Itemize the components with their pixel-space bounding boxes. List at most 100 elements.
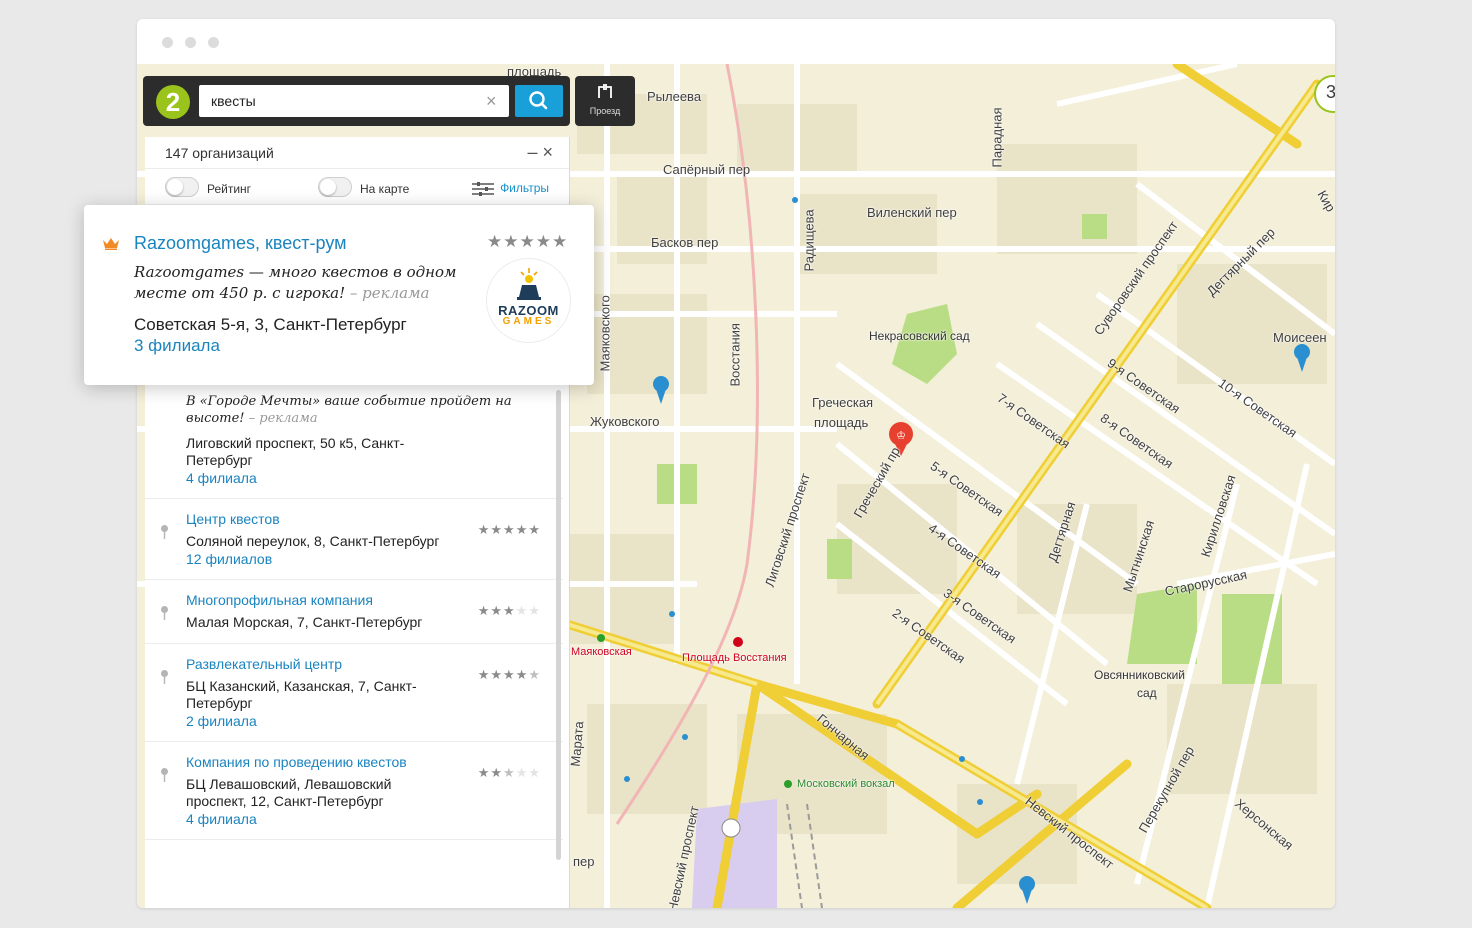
panel-controls: – × [527,142,553,163]
rating-stars: ★★★★★ [478,667,541,683]
map-corner-badge[interactable]: 3 [1326,82,1335,103]
rating-toggle[interactable] [165,177,199,197]
star-icon: ★ [477,765,491,780]
search-button[interactable] [515,85,563,117]
star-icon: ★ [503,603,516,618]
window-close-dot[interactable] [162,37,173,48]
park-label: Овсянниковский [1094,668,1185,682]
item-address: БЦ Левашовский, Левашовский проспект, 12… [186,776,392,809]
item-branches[interactable]: 12 филиалов [186,551,563,567]
star-icon: ★ [515,522,529,537]
pin-icon [161,525,168,539]
star-icon: ★ [515,765,529,780]
rating-stars: ★★★★★ [478,603,541,619]
sliders-icon [472,181,495,196]
route-button[interactable]: Проезд [575,76,635,126]
close-panel-button[interactable]: × [542,142,553,162]
search-icon [529,91,548,110]
window-zoom-dot[interactable] [208,37,219,48]
star-icon: ★ [503,522,516,537]
panel-header: 147 организаций – × [145,137,569,169]
featured-branches[interactable]: 3 филиала [134,336,220,356]
featured-title[interactable]: Razoomgames, квест-рум [134,233,347,254]
rating-stars: ★★★★★ [478,522,541,538]
street-label: Виленский пер [867,205,957,220]
pin-icon [161,670,168,684]
filters-row: Рейтинг На карте Фильтры [145,169,569,205]
list-item[interactable]: Многопрофильная компания ★★★★★ Малая Мор… [145,592,563,644]
item-address: БЦ Казанский, Казанская, 7, Санкт-Петерб… [186,678,417,711]
item-branches[interactable]: 4 филиала [186,811,563,827]
star-icon: ★ [503,667,516,682]
search-input[interactable] [199,85,509,117]
street-label: Сапёрный пер [663,162,751,177]
list-item[interactable]: Компания по проведению квестов ★★★★★ БЦ … [145,754,563,840]
ad-note: – реклама [248,411,318,426]
metro-station-label: Площадь Восстания [682,652,787,664]
clear-search-button[interactable]: × [486,91,497,111]
star-icon: ★ [515,603,529,618]
metro-station-label: Маяковская [571,646,632,658]
filters-button[interactable]: Фильтры [472,181,549,196]
featured-card[interactable]: Razoomgames, квест-рум ★★★★★ Razoomgames… [84,205,594,385]
route-icon [598,84,612,98]
svg-text:♔: ♔ [896,430,906,442]
park-label: Некрасовский сад [869,329,970,343]
results-list: В «Городе Мечты» ваше событие пройдет на… [145,389,563,840]
list-item[interactable]: Развлекательный центр ★★★★★ БЦ Казанский… [145,656,563,742]
park-label: сад [1137,686,1157,700]
ad-slogan: В «Городе Мечты» ваше событие пройдет на… [186,394,512,426]
star-icon: ★ [490,522,504,537]
star-icon: ★ [477,522,491,537]
results-scrollbar[interactable] [556,390,561,860]
street-label: площадь [814,415,869,430]
results-count: 147 организаций [165,145,274,161]
street-label: Жуковского [590,414,660,429]
star-icon: ★ [503,765,516,780]
item-address: Лиговский проспект, 50 к5, Санкт-Петербу… [186,435,405,468]
rating-toggle-label: Рейтинг [207,182,252,196]
street-label: Моисеен [1273,330,1327,345]
featured-address: Советская 5-я, 3, Санкт-Петербург [134,315,407,334]
street-label: Парадная [989,107,1005,168]
item-branches[interactable]: 4 филиала [186,470,563,486]
featured-rating-stars: ★★★★★ [487,232,569,251]
street-label: Восстания [727,323,743,387]
street-label: Басков пер [651,235,719,250]
search-bar: 2 × [143,76,570,126]
crown-icon [103,238,119,250]
pin-icon [161,606,168,620]
star-icon: ★ [528,765,541,780]
on-map-toggle-label: На карте [360,182,410,196]
star-icon: ★ [515,667,529,682]
logo-word-games: GAMES [502,316,555,327]
item-branches[interactable]: 2 филиала [186,713,563,729]
minimize-panel-button[interactable]: – [527,142,537,162]
star-icon: ★ [490,765,504,780]
featured-ad-text: Razoomgames — много квестов в одном мест… [134,262,469,304]
filters-label: Фильтры [500,181,549,195]
street-label: Рылеева [647,89,702,104]
on-map-toggle[interactable] [318,177,352,197]
route-label: Проезд [589,106,621,116]
featured-ad-note: – реклама [349,284,430,302]
window-titlebar [137,19,1335,64]
star-icon: ★ [477,603,491,618]
razoom-games-logo[interactable]: RAZOOM GAMES [486,258,571,343]
list-item[interactable]: В «Городе Мечты» ваше событие пройдет на… [145,389,563,499]
star-icon: ★ [490,667,504,682]
star-icon: ★ [528,522,541,537]
station-label: Московский вокзал [797,778,895,790]
list-item[interactable]: Центр квестов ★★★★★ Соляной переулок, 8,… [145,511,563,580]
rating-stars: ★★★★★ [478,765,541,781]
street-label: пер [573,854,595,869]
star-icon: ★ [477,667,491,682]
street-label: Маяковского [597,295,613,372]
window-minimize-dot[interactable] [185,37,196,48]
street-label: Радищева [801,209,817,272]
star-icon: ★ [528,603,541,618]
app-logo[interactable]: 2 [156,85,190,119]
street-label: Греческая [812,395,874,410]
star-icon: ★ [490,603,504,618]
pin-icon [161,768,168,782]
